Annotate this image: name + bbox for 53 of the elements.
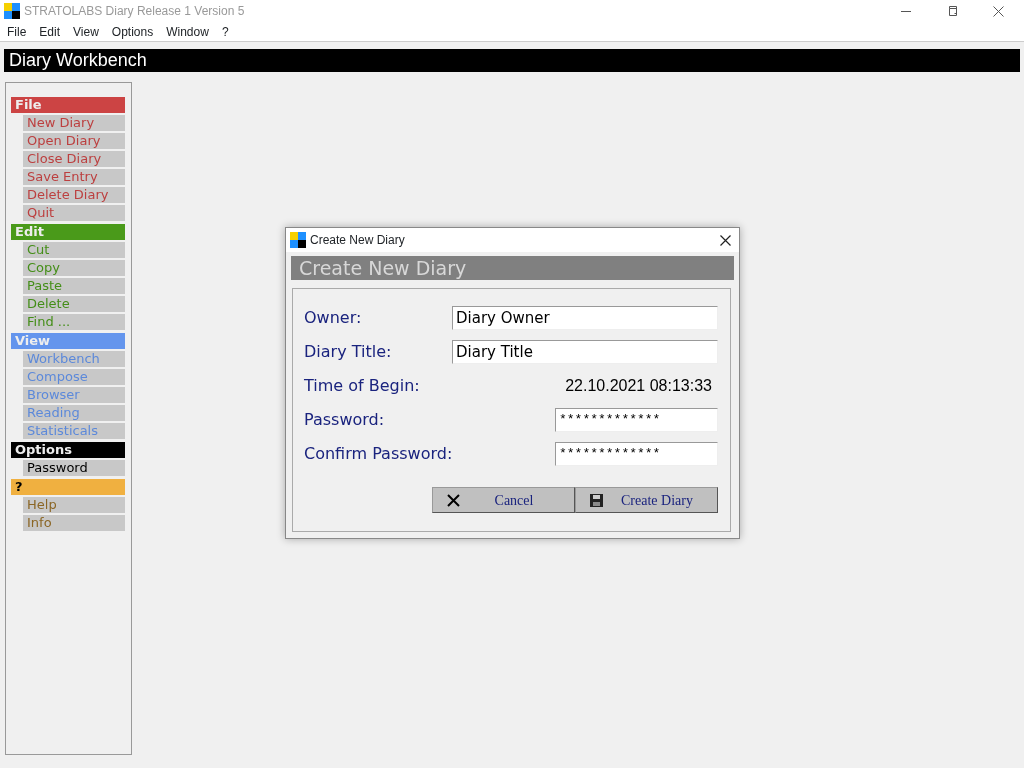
menu-item[interactable]: View <box>66 22 105 41</box>
field-label: Password: <box>304 409 385 431</box>
sidebar-group-header[interactable]: ? <box>11 479 125 495</box>
sidebar-item[interactable]: Close Diary <box>23 151 125 167</box>
sidebar-item[interactable]: Cut <box>23 242 125 258</box>
dialog-title: Create New Diary <box>310 232 405 249</box>
sidebar-item[interactable]: Reading <box>23 405 125 421</box>
cancel-button[interactable]: Cancel <box>432 487 575 513</box>
sidebar-group-header[interactable]: Options <box>11 442 125 458</box>
sidebar-item[interactable]: Password <box>23 460 125 476</box>
field-label: Owner: <box>304 307 362 329</box>
sidebar-group-header[interactable]: File <box>11 97 125 113</box>
close-icon[interactable] <box>720 234 731 246</box>
field-label: Time of Begin: <box>304 375 420 397</box>
sidebar-item[interactable]: Copy <box>23 260 125 276</box>
close-icon <box>447 493 460 507</box>
restore-icon[interactable] <box>947 6 957 16</box>
input-field[interactable]: Diary Title <box>452 340 718 364</box>
sidebar-item[interactable]: Statisticals <box>23 423 125 439</box>
create-diary-button[interactable]: Create Diary <box>575 487 718 513</box>
menu-item[interactable]: Edit <box>32 22 67 41</box>
field-label: Diary Title: <box>304 341 392 363</box>
close-icon[interactable] <box>993 5 1004 17</box>
sidebar-item[interactable]: Info <box>23 515 125 531</box>
menu-item[interactable]: Options <box>104 22 160 41</box>
password-field[interactable]: ************* <box>555 442 718 466</box>
time-value: 22.10.2021 08:13:33 <box>565 376 712 396</box>
workbench-header: Diary Workbench <box>4 49 1020 72</box>
menu-item[interactable]: ? <box>214 22 235 41</box>
input-field[interactable]: Diary Owner <box>452 306 718 330</box>
sidebar-item[interactable]: Workbench <box>23 351 125 367</box>
sidebar-group-header[interactable]: Edit <box>11 224 125 240</box>
app-logo-icon <box>4 3 20 19</box>
sidebar-item[interactable]: Find ... <box>23 314 125 330</box>
sidebar-item[interactable]: Quit <box>23 205 125 221</box>
dialog-heading: Create New Diary <box>291 256 734 280</box>
sidebar-item[interactable]: Open Diary <box>23 133 125 149</box>
minimize-icon[interactable] <box>901 10 911 12</box>
sidebar-item[interactable]: Compose <box>23 369 125 385</box>
sidebar-item[interactable]: New Diary <box>23 115 125 131</box>
sidebar-item[interactable]: Save Entry <box>23 169 125 185</box>
field-label: Confirm Password: <box>304 443 453 465</box>
sidebar-item[interactable]: Paste <box>23 278 125 294</box>
sidebar-item[interactable]: Delete Diary <box>23 187 125 203</box>
sidebar-item[interactable]: Help <box>23 497 125 513</box>
menu-item[interactable]: Window <box>159 22 215 41</box>
window-title: STRATOLABS Diary Release 1 Version 5 <box>24 3 245 20</box>
dialog-logo-icon <box>290 232 306 248</box>
sidebar-item[interactable]: Delete <box>23 296 125 312</box>
password-field[interactable]: ************* <box>555 408 718 432</box>
menu-item[interactable]: File <box>0 22 33 41</box>
sidebar-group-header[interactable]: View <box>11 333 125 349</box>
sidebar-item[interactable]: Browser <box>23 387 125 403</box>
